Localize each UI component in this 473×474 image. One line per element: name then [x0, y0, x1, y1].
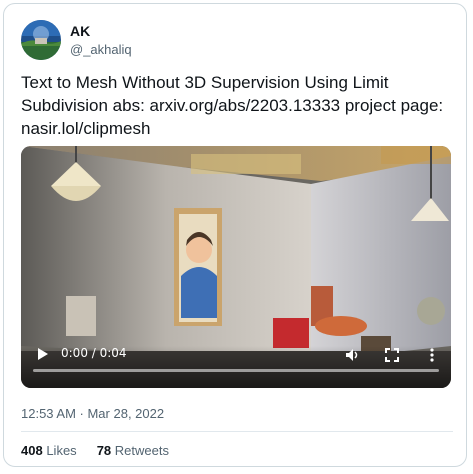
video-time: 0:00 / 0:04	[61, 346, 127, 360]
retweets-label: Retweets	[114, 443, 169, 458]
likes-stat[interactable]: 408 Likes	[21, 443, 77, 458]
divider	[21, 431, 453, 432]
video-controls: 0:00 / 0:04	[21, 346, 451, 388]
video-progress-bar[interactable]	[33, 369, 439, 372]
tweet-timestamp[interactable]: 12:53 AM · Mar 28, 2022	[21, 406, 164, 421]
engagement-stats: 408 Likes 78 Retweets	[21, 443, 169, 458]
volume-icon[interactable]	[344, 347, 360, 363]
more-options-icon[interactable]	[424, 347, 440, 363]
likes-label: Likes	[46, 443, 77, 458]
tweet-text: Text to Mesh Without 3D Supervision Usin…	[21, 73, 444, 138]
tweet-card: AK @_akhaliq Text to Mesh Without 3D Sup…	[3, 3, 467, 467]
author-name[interactable]: AK	[70, 23, 90, 39]
video-player[interactable]: 0:00 / 0:04	[21, 146, 451, 388]
likes-count: 408	[21, 443, 43, 458]
avatar[interactable]	[21, 20, 61, 60]
fullscreen-icon[interactable]	[384, 347, 400, 363]
author-handle[interactable]: @_akhaliq	[70, 42, 132, 57]
retweets-stat[interactable]: 78 Retweets	[97, 443, 169, 458]
retweets-count: 78	[96, 443, 112, 458]
play-icon[interactable]	[35, 347, 49, 361]
